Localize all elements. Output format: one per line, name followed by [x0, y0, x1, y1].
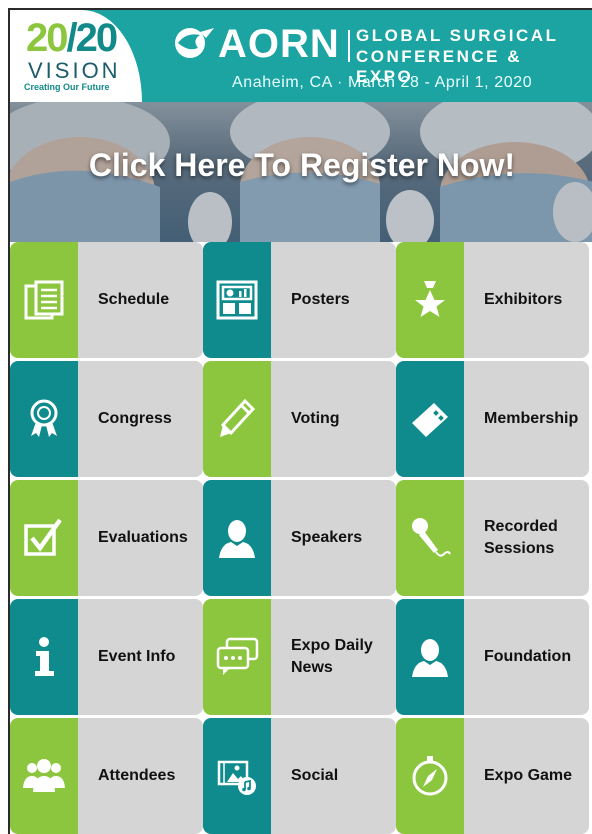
tile-expo-game[interactable]: Expo Game: [396, 718, 589, 834]
tile-icon-box: [10, 242, 78, 358]
conference-location-dates: Anaheim, CA · March 28 - April 1, 2020: [232, 74, 533, 91]
header: 20/20 VISION Creating Our Future AORN GL…: [10, 10, 592, 102]
tile-label: Exhibitors: [484, 291, 563, 308]
tile-icon-box: [203, 242, 271, 358]
tile-label-box: Membership: [464, 361, 589, 477]
tile-label-box: Posters: [271, 242, 396, 358]
tile-label-box: Speakers: [271, 480, 396, 596]
media-icon: [217, 760, 256, 795]
tile-label-box: Expo Daily News: [271, 599, 396, 715]
tile-label-box: Evaluations: [78, 480, 203, 596]
tile-icon-box: [396, 599, 464, 715]
2020-vision-logo: 20/20 VISION Creating Our Future: [10, 10, 142, 102]
chat-bubbles-icon: [216, 637, 259, 675]
info-icon: [35, 637, 54, 676]
menu-grid: Schedule Posters Exhibitors Congress Vot…: [10, 242, 592, 834]
logo-vision-text: VISION: [28, 58, 121, 83]
tile-icon-box: [10, 718, 78, 834]
tile-foundation[interactable]: Foundation: [396, 599, 589, 717]
tile-event-info[interactable]: Event Info: [10, 599, 203, 717]
posters-icon: [216, 280, 258, 320]
tile-label: Posters: [291, 291, 350, 308]
tile-label: Attendees: [98, 767, 176, 784]
tile-label-box: Recorded Sessions: [464, 480, 589, 596]
tile-voting[interactable]: Voting: [203, 361, 396, 479]
tile-icon-box: [10, 361, 78, 477]
aorn-logo: AORN GLOBAL SURGICAL CONFERENCE & EXPO A…: [170, 20, 580, 100]
tile-icon-box: [203, 480, 271, 596]
foundation-person-icon: [412, 639, 448, 677]
logo-20-right: /20: [66, 16, 119, 60]
tile-label-box: Schedule: [78, 242, 203, 358]
exhibitors-icon: [415, 281, 445, 317]
tile-icon-box: [396, 480, 464, 596]
tile-exhibitors[interactable]: Exhibitors: [396, 242, 589, 360]
award-ribbon-icon: [30, 399, 58, 437]
tile-social[interactable]: Social: [203, 718, 396, 834]
tile-label: Event Info: [98, 648, 176, 665]
ticket-icon: [412, 403, 448, 437]
checkbox-icon: [24, 518, 62, 556]
tile-label: Expo Game: [484, 767, 573, 784]
tile-label: Congress: [98, 410, 172, 427]
tile-icon-box: [396, 718, 464, 834]
tile-label: Foundation: [484, 648, 572, 665]
tile-label: Speakers: [291, 529, 363, 546]
aorn-separator: [348, 30, 350, 62]
tile-expo-daily-news[interactable]: Expo Daily News: [203, 599, 396, 717]
tile-recorded-sessions[interactable]: Recorded Sessions: [396, 480, 589, 598]
logo-2020-numerals: 20/20: [26, 16, 119, 60]
tile-schedule[interactable]: Schedule: [10, 242, 203, 360]
tile-label: Recorded Sessions: [484, 518, 558, 557]
tile-icon-box: [396, 361, 464, 477]
tile-icon-box: [10, 480, 78, 596]
schedule-icon: [24, 280, 64, 320]
aorn-wordmark: AORN: [218, 22, 340, 66]
tile-label: Membership: [484, 410, 579, 427]
tile-icon-box: [10, 599, 78, 715]
tile-speakers[interactable]: Speakers: [203, 480, 396, 598]
tile-label-box: Voting: [271, 361, 396, 477]
tile-label-box: Event Info: [78, 599, 203, 715]
speaker-person-icon: [219, 520, 255, 558]
tile-membership[interactable]: Membership: [396, 361, 589, 479]
logo-20-left: 20: [26, 16, 68, 60]
tile-label: Social: [291, 767, 339, 784]
tile-label: Voting: [291, 410, 340, 427]
register-now-text: Click Here To Register Now!: [88, 147, 516, 183]
compass-icon: [412, 756, 448, 796]
tile-label-box: Social: [271, 718, 396, 834]
microphone-icon: [412, 518, 451, 557]
tile-label-box: Attendees: [78, 718, 203, 834]
aorn-globe-icon: [175, 28, 214, 58]
tile-icon-box: [396, 242, 464, 358]
pencil-icon: [220, 398, 256, 437]
register-banner[interactable]: Click Here To Register Now!: [10, 102, 592, 242]
tile-icon-box: [203, 718, 271, 834]
tile-icon-box: [203, 599, 271, 715]
tile-label-box: Expo Game: [464, 718, 589, 834]
app-frame: 20/20 VISION Creating Our Future AORN GL…: [8, 8, 592, 834]
logo-tagline: Creating Our Future: [24, 82, 110, 92]
tile-label-box: Exhibitors: [464, 242, 589, 358]
tile-congress[interactable]: Congress: [10, 361, 203, 479]
tile-evaluations[interactable]: Evaluations: [10, 480, 203, 598]
people-group-icon: [23, 759, 65, 792]
tile-icon-box: [203, 361, 271, 477]
tile-attendees[interactable]: Attendees: [10, 718, 203, 834]
conference-title-line1: GLOBAL SURGICAL: [356, 26, 559, 45]
tile-label: Evaluations: [98, 529, 188, 546]
tile-label-box: Congress: [78, 361, 203, 477]
tile-label: Schedule: [98, 291, 170, 308]
tile-label-box: Foundation: [464, 599, 589, 715]
tile-posters[interactable]: Posters: [203, 242, 396, 360]
tile-label: Expo Daily News: [291, 637, 373, 676]
